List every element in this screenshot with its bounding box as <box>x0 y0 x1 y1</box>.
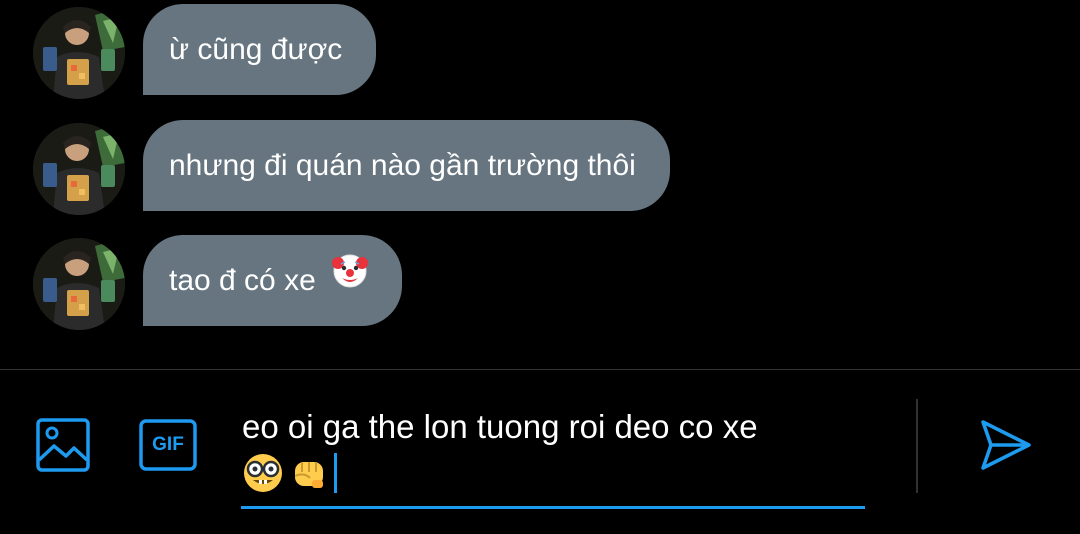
message-input-line1: eo oi ga the lon tuong roi deo co xe <box>242 408 758 445</box>
message-bubble[interactable]: tao đ có xe <box>143 234 403 326</box>
send-button[interactable] <box>979 418 1033 477</box>
message-bubble[interactable]: ừ cũng được <box>143 4 377 95</box>
oncoming-fist-icon <box>290 454 328 492</box>
gif-button[interactable]: GIF <box>139 419 197 476</box>
composer-divider <box>0 369 1080 370</box>
add-image-button[interactable] <box>36 418 90 477</box>
text-caret <box>334 453 337 493</box>
message-input-line2 <box>242 450 337 496</box>
avatar[interactable] <box>33 7 125 99</box>
message-row: nhưng đi quán nào gần trường thôi <box>0 120 1080 215</box>
message-row: ừ cũng được <box>0 4 1080 99</box>
dm-conversation: ừ cũng được nhưng đi quán nào gần trường… <box>0 0 1080 534</box>
gif-label: GIF <box>152 434 184 455</box>
image-icon <box>36 418 90 472</box>
message-row: tao đ có xe <box>0 234 1080 330</box>
send-icon <box>981 420 1031 470</box>
message-bubble[interactable]: nhưng đi quán nào gần trường thôi <box>143 120 670 211</box>
message-text: nhưng đi quán nào gần trường thôi <box>169 149 636 182</box>
input-underline <box>241 506 865 509</box>
message-text: tao đ có xe <box>169 264 316 297</box>
composer-separator <box>916 399 918 493</box>
avatar[interactable] <box>33 238 125 330</box>
message-input[interactable]: eo oi ga the lon tuong roi deo co xe <box>242 404 862 450</box>
avatar[interactable] <box>33 123 125 215</box>
nerd-face-icon <box>242 452 284 494</box>
clown-face-icon <box>332 234 369 325</box>
message-text: ừ cũng được <box>169 33 343 66</box>
